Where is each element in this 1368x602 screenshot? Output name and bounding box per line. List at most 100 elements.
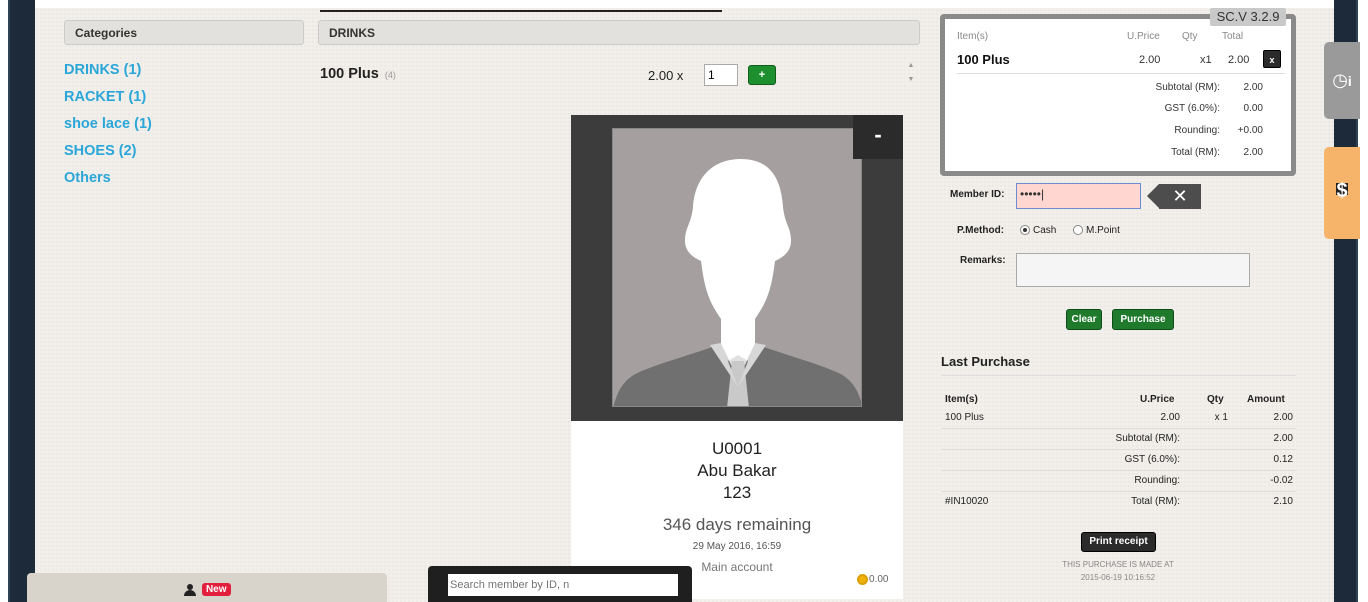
category-racket[interactable]: RACKET (1): [64, 89, 152, 116]
purchase-timestamp: THIS PURCHASE IS MADE AT 2015-06-19 10:1…: [1025, 558, 1211, 584]
cart-total-value: 2.00: [1243, 147, 1263, 158]
clear-button[interactable]: Clear: [1066, 309, 1102, 330]
lp-row-amount: 2.00: [1273, 412, 1293, 423]
member-info-popup: - U0001 Abu Bakar 123 346 days remaining…: [571, 115, 903, 599]
remarks-label: Remarks:: [960, 255, 1006, 266]
product-category-header: DRINKS: [318, 20, 920, 45]
category-others[interactable]: Others: [64, 170, 152, 197]
lp-row-divider: [941, 428, 1296, 429]
lp-invoice-number: #IN10020: [945, 496, 989, 507]
lp-gst-value: 0.12: [1273, 454, 1293, 465]
user-icon: [183, 583, 197, 596]
last-purchase-title: Last Purchase: [941, 354, 1030, 369]
lp-row-divider: [941, 449, 1296, 450]
cart-item-uprice: 2.00: [1139, 54, 1161, 66]
product-scroll-arrows[interactable]: ▲ ▼: [905, 59, 917, 87]
minimize-popup-button[interactable]: -: [853, 115, 903, 159]
product-name-label: 100 Plus: [320, 66, 379, 82]
lp-header-qty: Qty: [1207, 394, 1224, 405]
member-search-input[interactable]: [448, 574, 678, 596]
member-id: U0001: [711, 439, 763, 458]
cash-radio[interactable]: [1020, 225, 1030, 236]
product-stock: (4): [384, 70, 396, 80]
lp-subtotal-value: 2.00: [1273, 433, 1293, 444]
scroll-down-icon[interactable]: ▼: [905, 73, 917, 87]
payment-option-cash[interactable]: Cash: [1020, 225, 1056, 236]
cart-item-total: 2.00: [1228, 54, 1250, 66]
lp-row-divider: [941, 470, 1296, 471]
categories-header: Categories: [64, 20, 304, 45]
lp-gst-label: GST (6.0%):: [1124, 454, 1180, 465]
left-frame-border: [8, 0, 35, 602]
cart-rounding-value: +0.00: [1237, 125, 1263, 136]
product-qty-input[interactable]: [704, 64, 738, 86]
member-name: Abu Bakar: [697, 461, 777, 480]
version-badge: SC.V 3.2.9: [1210, 8, 1286, 26]
category-shoes[interactable]: SHOES (2): [64, 143, 152, 170]
lp-row-qty: x 1: [1214, 412, 1228, 423]
member-avatar-placeholder: [612, 128, 862, 407]
member-points-value: 0.00: [869, 574, 889, 586]
lp-subtotal-label: Subtotal (RM):: [1115, 433, 1180, 444]
cart-panel: Item(s) U.Price Qty Total 100 Plus 2.00 …: [940, 14, 1296, 176]
cart-header-uprice: U.Price: [1127, 31, 1160, 42]
product-price: 2.00 x: [648, 68, 684, 83]
clock-info-icon: ◷i: [1332, 70, 1352, 90]
purchase-timestamp-label: THIS PURCHASE IS MADE AT: [1062, 560, 1174, 569]
add-to-cart-button[interactable]: +: [748, 65, 776, 85]
lp-row-item: 100 Plus: [945, 412, 984, 423]
lp-rounding-label: Rounding:: [1134, 475, 1180, 486]
cart-gst-label: GST (6.0%):: [1164, 103, 1220, 114]
category-drinks[interactable]: DRINKS (1): [64, 62, 152, 89]
person-silhouette-icon: [613, 129, 861, 406]
cart-header-qty: Qty: [1182, 31, 1198, 42]
cash-radio-label: Cash: [1033, 225, 1057, 236]
last-purchase-divider: [941, 375, 1296, 376]
membership-days-remaining: 346 days remaining: [662, 515, 812, 534]
payment-option-mpoint[interactable]: M.Point: [1073, 225, 1120, 236]
cart-total-label: Total (RM):: [1171, 147, 1220, 158]
close-icon[interactable]: ✕: [1159, 184, 1201, 209]
coin-icon: [857, 574, 868, 585]
category-shoe-lace[interactable]: shoe lace (1): [64, 116, 152, 143]
membership-expiry-date: 29 May 2016, 16:59: [692, 541, 782, 552]
top-divider: [320, 10, 722, 12]
clear-member-arrow[interactable]: [1147, 184, 1159, 208]
new-badge: New: [201, 583, 231, 597]
remarks-textarea[interactable]: [1016, 253, 1250, 287]
category-list: DRINKS (1) RACKET (1) shoe lace (1) SHOE…: [64, 62, 152, 197]
member-search-bar: [428, 566, 692, 602]
remove-cart-item-button[interactable]: x: [1263, 50, 1281, 68]
dollar-down-icon: $↓: [1324, 180, 1360, 202]
member-points: 0.00: [857, 574, 888, 585]
cart-header-total: Total: [1222, 31, 1244, 42]
lp-header-uprice: U.Price: [1140, 394, 1175, 405]
purchase-timestamp-value: 2015-06-19 10:16:52: [1080, 573, 1156, 582]
cart-rounding-label: Rounding:: [1174, 125, 1220, 136]
member-id-label: Member ID:: [950, 189, 1005, 200]
cash-drawer-tab[interactable]: $↓: [1324, 147, 1360, 239]
print-receipt-button[interactable]: Print receipt: [1081, 532, 1156, 552]
lp-total-label: Total (RM):: [1131, 496, 1180, 507]
lp-row-uprice: 2.00: [1160, 412, 1180, 423]
mpoint-radio-label: M.Point: [1086, 225, 1120, 236]
cart-divider: [957, 73, 1285, 74]
lp-rounding-value: -0.02: [1270, 475, 1293, 486]
scroll-up-icon[interactable]: ▲: [905, 59, 917, 73]
cart-subtotal-label: Subtotal (RM):: [1155, 82, 1220, 93]
history-info-tab[interactable]: ◷i: [1324, 42, 1360, 119]
purchase-button[interactable]: Purchase: [1112, 309, 1174, 330]
cart-gst-value: 0.00: [1243, 103, 1263, 114]
member-photo-panel: -: [571, 115, 903, 421]
member-code: 123: [722, 483, 752, 502]
lp-header-item: Item(s): [945, 394, 978, 405]
new-member-tab[interactable]: New: [27, 573, 387, 602]
cart-subtotal-value: 2.00: [1243, 82, 1263, 93]
product-name: 100 Plus (4): [320, 66, 396, 82]
lp-total-value: 2.10: [1273, 496, 1293, 507]
lp-row-divider: [941, 491, 1296, 492]
cart-item-qty: x1: [1200, 54, 1212, 66]
cart-header-item: Item(s): [957, 31, 989, 42]
member-id-input[interactable]: •••••|: [1016, 183, 1141, 209]
mpoint-radio[interactable]: [1073, 225, 1083, 236]
